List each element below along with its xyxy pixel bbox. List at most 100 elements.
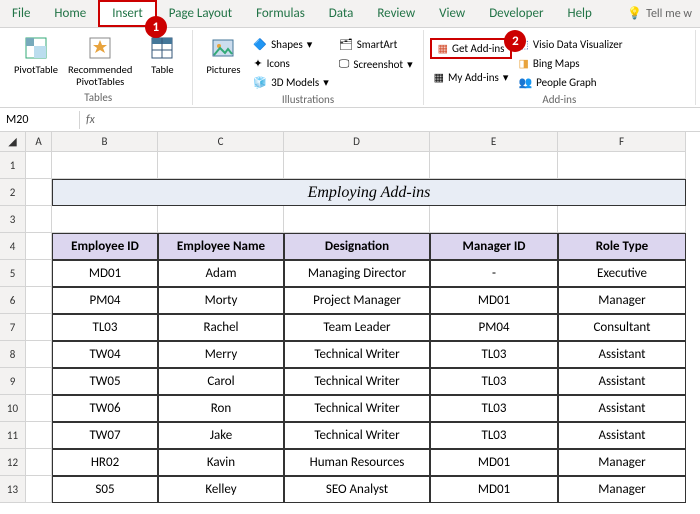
cell[interactable] xyxy=(558,206,686,233)
icons-button[interactable]: ✦Icons xyxy=(249,55,332,72)
cell[interactable] xyxy=(284,206,430,233)
table-cell[interactable]: Assistant xyxy=(558,368,686,395)
table-cell[interactable]: HR02 xyxy=(52,449,158,476)
table-cell[interactable]: Kelley xyxy=(158,476,284,503)
cell[interactable] xyxy=(52,206,158,233)
table-cell[interactable]: Consultant xyxy=(558,314,686,341)
table-cell[interactable]: Manager xyxy=(558,476,686,503)
table-cell[interactable]: TW07 xyxy=(52,422,158,449)
my-addins-button[interactable]: ▦My Add-ins ▾ xyxy=(430,69,513,86)
row-header-1[interactable]: 1 xyxy=(0,152,26,179)
cell[interactable] xyxy=(52,152,158,179)
col-header-F[interactable]: F xyxy=(558,132,686,152)
table-header[interactable]: Employee ID xyxy=(52,233,158,260)
cell[interactable] xyxy=(26,395,52,422)
cell[interactable] xyxy=(26,152,52,179)
table-cell[interactable]: PM04 xyxy=(430,314,558,341)
table-header[interactable]: Employee Name xyxy=(158,233,284,260)
insert-tab[interactable]: Insert 1 xyxy=(98,0,157,27)
table-cell[interactable]: MD01 xyxy=(430,287,558,314)
bing-maps-button[interactable]: ◨Bing Maps xyxy=(514,55,626,72)
row-header-5[interactable]: 5 xyxy=(0,260,26,287)
row-header-2[interactable]: 2 xyxy=(0,179,26,206)
col-header-E[interactable]: E xyxy=(430,132,558,152)
table-cell[interactable]: TW06 xyxy=(52,395,158,422)
table-cell[interactable]: TL03 xyxy=(430,422,558,449)
table-cell[interactable]: TL03 xyxy=(52,314,158,341)
table-cell[interactable]: Jake xyxy=(158,422,284,449)
row-header-9[interactable]: 9 xyxy=(0,368,26,395)
table-cell[interactable]: Technical Writer xyxy=(284,341,430,368)
col-header-D[interactable]: D xyxy=(284,132,430,152)
cell[interactable] xyxy=(26,179,52,206)
table-cell[interactable]: Executive xyxy=(558,260,686,287)
row-header-10[interactable]: 10 xyxy=(0,395,26,422)
col-header-C[interactable]: C xyxy=(158,132,284,152)
table-cell[interactable]: Adam xyxy=(158,260,284,287)
row-header-7[interactable]: 7 xyxy=(0,314,26,341)
cell[interactable] xyxy=(430,152,558,179)
table-cell[interactable]: MD01 xyxy=(430,449,558,476)
home-tab[interactable]: Home xyxy=(42,0,98,27)
table-cell[interactable]: Human Resources xyxy=(284,449,430,476)
formula-bar[interactable] xyxy=(101,118,700,122)
table-cell[interactable]: Morty xyxy=(158,287,284,314)
table-cell[interactable]: MD01 xyxy=(430,476,558,503)
table-cell[interactable]: TL03 xyxy=(430,395,558,422)
cell[interactable] xyxy=(558,152,686,179)
table-cell[interactable]: TL03 xyxy=(430,368,558,395)
visio-button[interactable]: ⬚Visio Data Visualizer xyxy=(514,36,626,53)
cell[interactable] xyxy=(158,152,284,179)
row-header-6[interactable]: 6 xyxy=(0,287,26,314)
col-header-A[interactable]: A xyxy=(26,132,52,152)
pictures-button[interactable]: Pictures xyxy=(199,32,247,78)
row-header-11[interactable]: 11 xyxy=(0,422,26,449)
cell[interactable] xyxy=(26,368,52,395)
table-cell[interactable]: Assistant xyxy=(558,341,686,368)
view-tab[interactable]: View xyxy=(427,0,477,27)
cell[interactable] xyxy=(26,260,52,287)
table-header[interactable]: Designation xyxy=(284,233,430,260)
row-header-4[interactable]: 4 xyxy=(0,233,26,260)
table-cell[interactable]: TW05 xyxy=(52,368,158,395)
cell[interactable] xyxy=(26,422,52,449)
name-box[interactable]: M20 xyxy=(0,111,80,129)
cell[interactable] xyxy=(430,206,558,233)
select-all-corner[interactable]: ◢ xyxy=(0,132,26,152)
review-tab[interactable]: Review xyxy=(365,0,427,27)
row-header-12[interactable]: 12 xyxy=(0,449,26,476)
table-cell[interactable]: Technical Writer xyxy=(284,422,430,449)
people-graph-button[interactable]: 👥People Graph xyxy=(514,74,626,91)
shapes-button[interactable]: 🔷Shapes ▾ xyxy=(249,36,332,53)
table-cell[interactable]: Project Manager xyxy=(284,287,430,314)
table-cell[interactable]: Manager xyxy=(558,449,686,476)
smartart-button[interactable]: 🗂SmartArt xyxy=(335,36,417,53)
cell[interactable] xyxy=(26,449,52,476)
row-header-8[interactable]: 8 xyxy=(0,341,26,368)
table-header[interactable]: Manager ID xyxy=(430,233,558,260)
table-cell[interactable]: Merry xyxy=(158,341,284,368)
row-header-3[interactable]: 3 xyxy=(0,206,26,233)
screenshot-button[interactable]: 🖵Screenshot ▾ xyxy=(335,55,417,73)
get-addins-button[interactable]: ▦ Get Add-ins 2 xyxy=(430,38,513,59)
file-tab[interactable]: File xyxy=(0,0,42,27)
cell[interactable] xyxy=(26,287,52,314)
cell[interactable] xyxy=(26,206,52,233)
cell[interactable] xyxy=(158,206,284,233)
formulas-tab[interactable]: Formulas xyxy=(244,0,317,27)
col-header-B[interactable]: B xyxy=(52,132,158,152)
cell[interactable] xyxy=(284,152,430,179)
table-cell[interactable]: PM04 xyxy=(52,287,158,314)
title-cell[interactable]: Employing Add-ins xyxy=(52,179,686,206)
table-cell[interactable]: MD01 xyxy=(52,260,158,287)
data-tab[interactable]: Data xyxy=(317,0,366,27)
table-cell[interactable]: - xyxy=(430,260,558,287)
table-cell[interactable]: Carol xyxy=(158,368,284,395)
3d-models-button[interactable]: 🧊3D Models ▾ xyxy=(249,74,332,91)
table-header[interactable]: Role Type xyxy=(558,233,686,260)
table-cell[interactable]: Managing Director xyxy=(284,260,430,287)
table-cell[interactable]: Kavin xyxy=(158,449,284,476)
tell-me[interactable]: 💡 Tell me w xyxy=(619,0,700,27)
fx-button[interactable]: fx xyxy=(80,113,101,127)
table-cell[interactable]: Technical Writer xyxy=(284,395,430,422)
